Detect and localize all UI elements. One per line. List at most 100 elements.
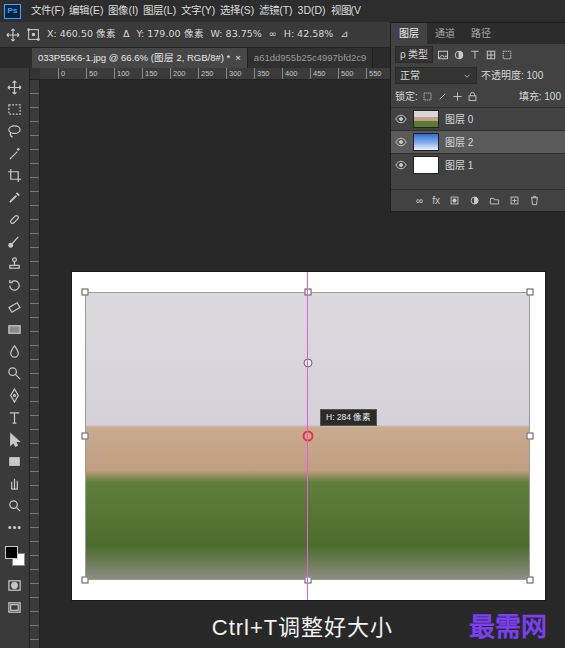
guide-line[interactable]: [307, 272, 308, 600]
panel-footer-button[interactable]: ∞: [416, 193, 423, 208]
type-tool-icon[interactable]: [7, 410, 22, 425]
menu-item[interactable]: 文件(F): [31, 3, 64, 19]
panel-tab[interactable]: 图层: [391, 23, 427, 44]
history-brush-icon[interactable]: [7, 278, 22, 293]
tool-button[interactable]: [0, 208, 29, 230]
color-swatches[interactable]: [3, 544, 27, 570]
hand-tool-icon[interactable]: [7, 476, 22, 491]
brush-tool-icon[interactable]: [7, 234, 22, 249]
move-tool-icon[interactable]: [7, 80, 22, 95]
tool-button[interactable]: [0, 274, 29, 296]
menu-item[interactable]: 滤镜(T): [259, 3, 292, 19]
dodge-tool-icon[interactable]: [7, 366, 22, 381]
magic-wand-icon[interactable]: [7, 146, 22, 161]
marquee-tool-icon[interactable]: [7, 102, 22, 117]
lock-all-icon[interactable]: [467, 91, 478, 102]
layer-filter[interactable]: ρ 类型: [395, 46, 433, 63]
reference-point-icon[interactable]: [27, 28, 40, 41]
tool-button[interactable]: [0, 472, 29, 494]
layer-row[interactable]: 图层 0: [391, 107, 565, 130]
lock-pixels-icon[interactable]: [437, 91, 448, 102]
tool-button[interactable]: [0, 230, 29, 252]
foreground-color-swatch[interactable]: [5, 546, 18, 559]
smart-object-filter-icon[interactable]: [501, 49, 513, 61]
tool-button[interactable]: [0, 362, 29, 384]
menu-item[interactable]: 图像(I): [108, 3, 138, 19]
transform-field[interactable]: H: 42.58%: [284, 27, 334, 41]
transform-field[interactable]: ⊿: [340, 27, 348, 41]
panel-tab[interactable]: 通道: [427, 23, 463, 44]
document-tab[interactable]: 033P55K6-1.jpg @ 66.6% (图层 2, RGB/8#) *×: [32, 48, 248, 68]
tool-button[interactable]: [0, 142, 29, 164]
eyedropper-icon[interactable]: [7, 190, 22, 205]
pen-tool-icon[interactable]: [7, 388, 22, 403]
tool-button[interactable]: [0, 252, 29, 274]
tool-button[interactable]: [0, 186, 29, 208]
tool-button[interactable]: [0, 384, 29, 406]
opacity-field[interactable]: 不透明度: 100: [481, 68, 543, 83]
tool-button[interactable]: [0, 120, 29, 142]
lasso-tool-icon[interactable]: [7, 124, 22, 139]
more-tools-icon[interactable]: [7, 520, 22, 535]
menu-item[interactable]: 3D(D): [298, 3, 326, 19]
menu-item[interactable]: 文字(Y): [181, 3, 215, 19]
trash-icon[interactable]: [529, 195, 540, 206]
transform-field[interactable]: Y: 179.00 像素: [137, 27, 204, 41]
screen-mode-icon[interactable]: [7, 600, 22, 615]
transform-handle[interactable]: [82, 577, 89, 584]
layer-row[interactable]: 图层 1: [391, 153, 565, 176]
crop-tool-icon[interactable]: [7, 168, 22, 183]
visibility-toggle[interactable]: [395, 136, 407, 148]
transform-handle[interactable]: [82, 289, 89, 296]
tool-button[interactable]: [0, 296, 29, 318]
quick-mask-icon[interactable]: [7, 578, 22, 593]
layer-row[interactable]: 图层 2: [391, 130, 565, 153]
tool-button[interactable]: [0, 516, 29, 538]
fill-field[interactable]: 填充: 100: [519, 89, 561, 104]
path-select-icon[interactable]: [7, 432, 22, 447]
layer-mask-icon[interactable]: [449, 195, 460, 206]
clone-stamp-icon[interactable]: [7, 256, 22, 271]
adjustment-filter-icon[interactable]: [453, 49, 465, 61]
adjustment-layer-icon[interactable]: [469, 195, 480, 206]
tool-button[interactable]: [0, 450, 29, 472]
lock-position-icon[interactable]: [452, 91, 463, 102]
new-layer-icon[interactable]: [509, 195, 520, 206]
visibility-toggle[interactable]: [395, 113, 407, 125]
transform-handle[interactable]: [527, 289, 534, 296]
type-filter-icon[interactable]: [469, 49, 481, 61]
transform-handle[interactable]: [527, 433, 534, 440]
transform-handle[interactable]: [527, 577, 534, 584]
lock-transparency-icon[interactable]: [422, 91, 433, 102]
tool-button[interactable]: [0, 340, 29, 362]
chevron-down-icon[interactable]: [462, 71, 472, 81]
tool-button[interactable]: [0, 428, 29, 450]
healing-brush-icon[interactable]: [7, 212, 22, 227]
blur-tool-icon[interactable]: [7, 344, 22, 359]
transform-field[interactable]: X: 460.50 像素: [47, 27, 116, 41]
menu-item[interactable]: 视图(V: [331, 3, 362, 19]
panel-tab[interactable]: 路径: [463, 23, 499, 44]
group-folder-icon[interactable]: [489, 195, 500, 206]
tool-button[interactable]: [0, 494, 29, 516]
tool-button[interactable]: [0, 164, 29, 186]
eye-icon[interactable]: [395, 136, 407, 148]
document-tab[interactable]: a61dd955b25c4997bfd2c9: [248, 48, 374, 68]
gradient-tool-icon[interactable]: [7, 322, 22, 337]
tool-button[interactable]: [0, 76, 29, 98]
shape-tool-icon[interactable]: [7, 454, 22, 469]
transform-field[interactable]: ∞: [269, 27, 277, 41]
panel-footer-button[interactable]: fx: [432, 193, 440, 208]
menu-item[interactable]: 图层(L): [143, 3, 176, 19]
close-tab-button[interactable]: ×: [235, 51, 241, 65]
shape-filter-icon[interactable]: [485, 49, 497, 61]
eye-icon[interactable]: [395, 113, 407, 125]
tool-button[interactable]: [0, 98, 29, 120]
move-tool-icon[interactable]: [6, 28, 20, 42]
transform-field[interactable]: W: 83.75%: [211, 27, 262, 41]
zoom-tool-icon[interactable]: [7, 498, 22, 513]
quick-mask-button[interactable]: [0, 574, 29, 596]
eraser-tool-icon[interactable]: [7, 300, 22, 315]
tool-button[interactable]: [0, 406, 29, 428]
transform-field[interactable]: Δ: [123, 27, 130, 41]
